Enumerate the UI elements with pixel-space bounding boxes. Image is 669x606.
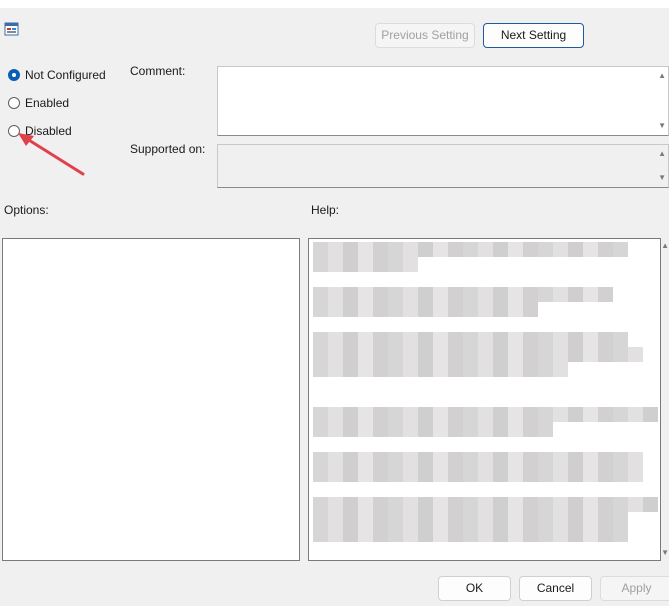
help-text-line xyxy=(313,362,568,377)
help-text-line xyxy=(313,257,418,272)
radio-enabled-indicator[interactable] xyxy=(8,97,20,109)
comment-field[interactable]: ▲ ▼ xyxy=(217,66,669,136)
next-setting-button[interactable]: Next Setting xyxy=(483,23,584,48)
scroll-up-icon[interactable]: ▲ xyxy=(661,242,669,250)
scroll-up-icon[interactable]: ▲ xyxy=(658,72,666,80)
help-text-line xyxy=(313,512,628,527)
options-label: Options: xyxy=(4,203,49,217)
help-text-line xyxy=(313,422,553,437)
help-text-line xyxy=(313,332,628,347)
help-text-line xyxy=(313,407,658,422)
supported-on-field: ▲ ▼ xyxy=(217,144,669,188)
help-text-line xyxy=(313,452,643,467)
help-scrollbar[interactable]: ▲ ▼ xyxy=(661,238,669,561)
help-text-line xyxy=(313,242,628,257)
help-text-line xyxy=(313,527,628,542)
options-panel xyxy=(2,238,300,561)
radio-not-configured[interactable]: Not Configured xyxy=(8,67,106,83)
cancel-button[interactable]: Cancel xyxy=(519,576,592,601)
scroll-up-icon[interactable]: ▲ xyxy=(658,150,666,158)
policy-settings-icon xyxy=(4,21,20,37)
help-text-line xyxy=(313,302,538,317)
scroll-down-icon[interactable]: ▼ xyxy=(658,122,666,130)
previous-setting-button[interactable]: Previous Setting xyxy=(375,23,475,48)
scroll-down-icon[interactable]: ▼ xyxy=(658,174,666,182)
supported-on-label: Supported on: xyxy=(130,142,206,156)
scroll-down-icon[interactable]: ▼ xyxy=(661,549,669,557)
apply-button[interactable]: Apply xyxy=(600,576,669,601)
help-text-line xyxy=(313,287,613,302)
ok-button[interactable]: OK xyxy=(438,576,511,601)
annotation-arrow-icon xyxy=(18,133,85,176)
radio-not-configured-indicator[interactable] xyxy=(8,69,20,81)
help-label: Help: xyxy=(311,203,340,217)
window-top-strip xyxy=(0,0,669,8)
help-text-line xyxy=(313,347,643,362)
help-text-line xyxy=(313,497,658,512)
radio-not-configured-label: Not Configured xyxy=(25,68,106,82)
help-text-line xyxy=(313,467,643,482)
help-panel xyxy=(308,238,661,561)
radio-enabled[interactable]: Enabled xyxy=(8,95,69,111)
comment-label: Comment: xyxy=(130,64,186,78)
radio-enabled-label: Enabled xyxy=(25,96,70,110)
